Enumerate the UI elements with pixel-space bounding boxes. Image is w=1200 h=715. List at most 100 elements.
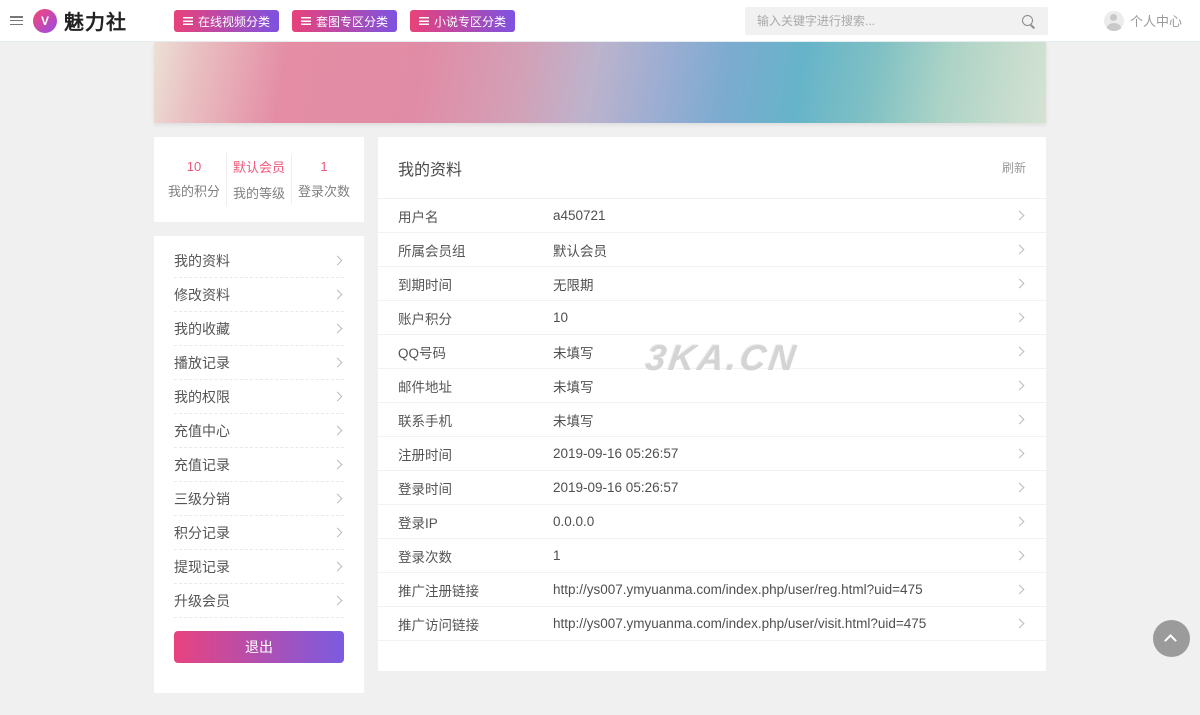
chevron-right-icon xyxy=(332,561,343,572)
sidebar-item-recharge-center[interactable]: 充值中心 xyxy=(174,414,344,448)
chevron-right-icon xyxy=(332,255,343,266)
logout-button[interactable]: 退出 xyxy=(174,631,344,663)
chevron-right-icon xyxy=(1014,278,1025,289)
chevron-right-icon xyxy=(332,459,343,470)
profile-row-member-group[interactable]: 所属会员组 默认会员 xyxy=(378,233,1046,267)
page-title: 我的资料 xyxy=(398,161,463,179)
row-value: 默认会员 xyxy=(553,243,607,259)
sidebar-item-play-history[interactable]: 播放记录 xyxy=(174,346,344,380)
row-label: 推广注册链接 xyxy=(398,583,479,599)
menu-label: 修改资料 xyxy=(174,286,230,303)
stat-level: 默认会员 我的等级 xyxy=(226,153,291,206)
row-label: 注册时间 xyxy=(398,447,452,463)
menu-label: 三级分销 xyxy=(174,490,230,507)
nav-button-gallery-category[interactable]: 套图专区分类 xyxy=(292,10,398,32)
profile-row-register-time[interactable]: 注册时间 2019-09-16 05:26:57 xyxy=(378,437,1046,471)
back-to-top-button[interactable] xyxy=(1153,620,1190,657)
sidebar-item-favorites[interactable]: 我的收藏 xyxy=(174,312,344,346)
chevron-right-icon xyxy=(332,595,343,606)
sidebar-item-withdraw-history[interactable]: 提现记录 xyxy=(174,550,344,584)
sidebar-item-points-history[interactable]: 积分记录 xyxy=(174,516,344,550)
chevron-right-icon xyxy=(1014,414,1025,425)
profile-row-expiry[interactable]: 到期时间 无限期 xyxy=(378,267,1046,301)
menu-label: 充值记录 xyxy=(174,456,230,473)
row-label: 邮件地址 xyxy=(398,379,452,395)
search-input[interactable] xyxy=(745,7,1021,35)
row-value: http://ys007.ymyuanma.com/index.php/user… xyxy=(553,616,927,631)
stat-value: 默认会员 xyxy=(232,160,285,175)
row-value: 0.0.0.0 xyxy=(553,514,595,529)
sidebar-item-upgrade-member[interactable]: 升级会员 xyxy=(174,584,344,618)
sidebar-item-my-profile[interactable]: 我的资料 xyxy=(174,244,344,278)
row-value: 1 xyxy=(553,548,561,563)
row-value: 未填写 xyxy=(553,379,594,395)
content-container: 10 我的积分 默认会员 我的等级 1 登录次数 我的资料 修改资料 我的收藏 … xyxy=(154,137,1046,693)
profile-row-login-count[interactable]: 登录次数 1 xyxy=(378,539,1046,573)
row-label: 账户积分 xyxy=(398,311,452,327)
refresh-link[interactable]: 刷新 xyxy=(1002,159,1026,176)
chevron-right-icon xyxy=(1014,312,1025,323)
nav-button-novel-category[interactable]: 小说专区分类 xyxy=(410,10,516,32)
nav-button-label: 在线视频分类 xyxy=(198,14,271,29)
chevron-right-icon xyxy=(332,289,343,300)
menu-label: 我的资料 xyxy=(174,252,230,269)
profile-row-login-time[interactable]: 登录时间 2019-09-16 05:26:57 xyxy=(378,471,1046,505)
site-logo-icon[interactable]: V xyxy=(33,8,57,33)
profile-row-qq[interactable]: QQ号码 未填写 xyxy=(378,335,1046,369)
row-value: 无限期 xyxy=(553,277,594,293)
sidebar-item-permissions[interactable]: 我的权限 xyxy=(174,380,344,414)
category-nav: 在线视频分类 套图专区分类 小说专区分类 xyxy=(174,10,528,32)
chevron-right-icon xyxy=(1014,244,1025,255)
chevron-right-icon xyxy=(332,357,343,368)
menu-label: 积分记录 xyxy=(174,524,230,541)
row-value: 未填写 xyxy=(553,413,594,429)
row-label: 推广访问链接 xyxy=(398,617,479,633)
chevron-right-icon xyxy=(332,493,343,504)
menu-label: 充值中心 xyxy=(174,422,230,439)
stat-logins: 1 登录次数 xyxy=(291,155,356,204)
stat-value: 10 xyxy=(186,159,202,174)
row-label: 登录IP xyxy=(398,515,438,531)
search-icon[interactable] xyxy=(1021,14,1036,29)
profile-row-username[interactable]: 用户名 a450721 xyxy=(378,199,1046,233)
profile-row-promo-register-link[interactable]: 推广注册链接 http://ys007.ymyuanma.com/index.p… xyxy=(378,573,1046,607)
stat-label: 登录次数 xyxy=(297,184,350,199)
chevron-right-icon xyxy=(332,527,343,538)
sidebar: 10 我的积分 默认会员 我的等级 1 登录次数 我的资料 修改资料 我的收藏 … xyxy=(154,137,364,693)
profile-row-points[interactable]: 账户积分 10 xyxy=(378,301,1046,335)
list-icon xyxy=(301,17,312,25)
chevron-right-icon xyxy=(1014,482,1025,493)
chevron-right-icon xyxy=(1014,346,1025,357)
avatar-icon xyxy=(1103,10,1124,31)
nav-button-label: 套图专区分类 xyxy=(316,14,389,29)
row-label: 登录时间 xyxy=(398,481,452,497)
profile-row-phone[interactable]: 联系手机 未填写 xyxy=(378,403,1046,437)
row-value: 未填写 xyxy=(553,345,594,361)
nav-button-video-category[interactable]: 在线视频分类 xyxy=(174,10,280,32)
row-value: a450721 xyxy=(553,208,606,223)
chevron-up-icon xyxy=(1164,634,1177,647)
menu-label: 我的权限 xyxy=(174,388,230,405)
hamburger-menu-icon[interactable] xyxy=(10,16,23,25)
list-icon xyxy=(183,17,193,25)
row-value: 10 xyxy=(553,310,569,325)
profile-row-email[interactable]: 邮件地址 未填写 xyxy=(378,369,1046,403)
sidebar-item-distribution[interactable]: 三级分销 xyxy=(174,482,344,516)
site-title[interactable]: 魅力社 xyxy=(64,6,127,35)
stat-label: 我的等级 xyxy=(232,186,285,201)
profile-panel: 我的资料 刷新 用户名 a450721 所属会员组 默认会员 到期时间 无限期 … xyxy=(378,137,1046,671)
profile-row-promo-visit-link[interactable]: 推广访问链接 http://ys007.ymyuanma.com/index.p… xyxy=(378,607,1046,641)
row-label: 联系手机 xyxy=(398,413,452,429)
user-center-label: 个人中心 xyxy=(1129,14,1182,29)
menu-label: 升级会员 xyxy=(174,592,230,609)
profile-row-login-ip[interactable]: 登录IP 0.0.0.0 xyxy=(378,505,1046,539)
row-value: http://ys007.ymyuanma.com/index.php/user… xyxy=(553,582,923,597)
row-label: 用户名 xyxy=(398,209,439,225)
user-center-link[interactable]: 个人中心 xyxy=(1103,0,1182,41)
sidebar-item-recharge-history[interactable]: 充值记录 xyxy=(174,448,344,482)
chevron-right-icon xyxy=(1014,550,1025,561)
chevron-right-icon xyxy=(1014,448,1025,459)
stat-value: 1 xyxy=(320,159,328,174)
sidebar-item-edit-profile[interactable]: 修改资料 xyxy=(174,278,344,312)
row-value: 2019-09-16 05:26:57 xyxy=(553,446,679,461)
